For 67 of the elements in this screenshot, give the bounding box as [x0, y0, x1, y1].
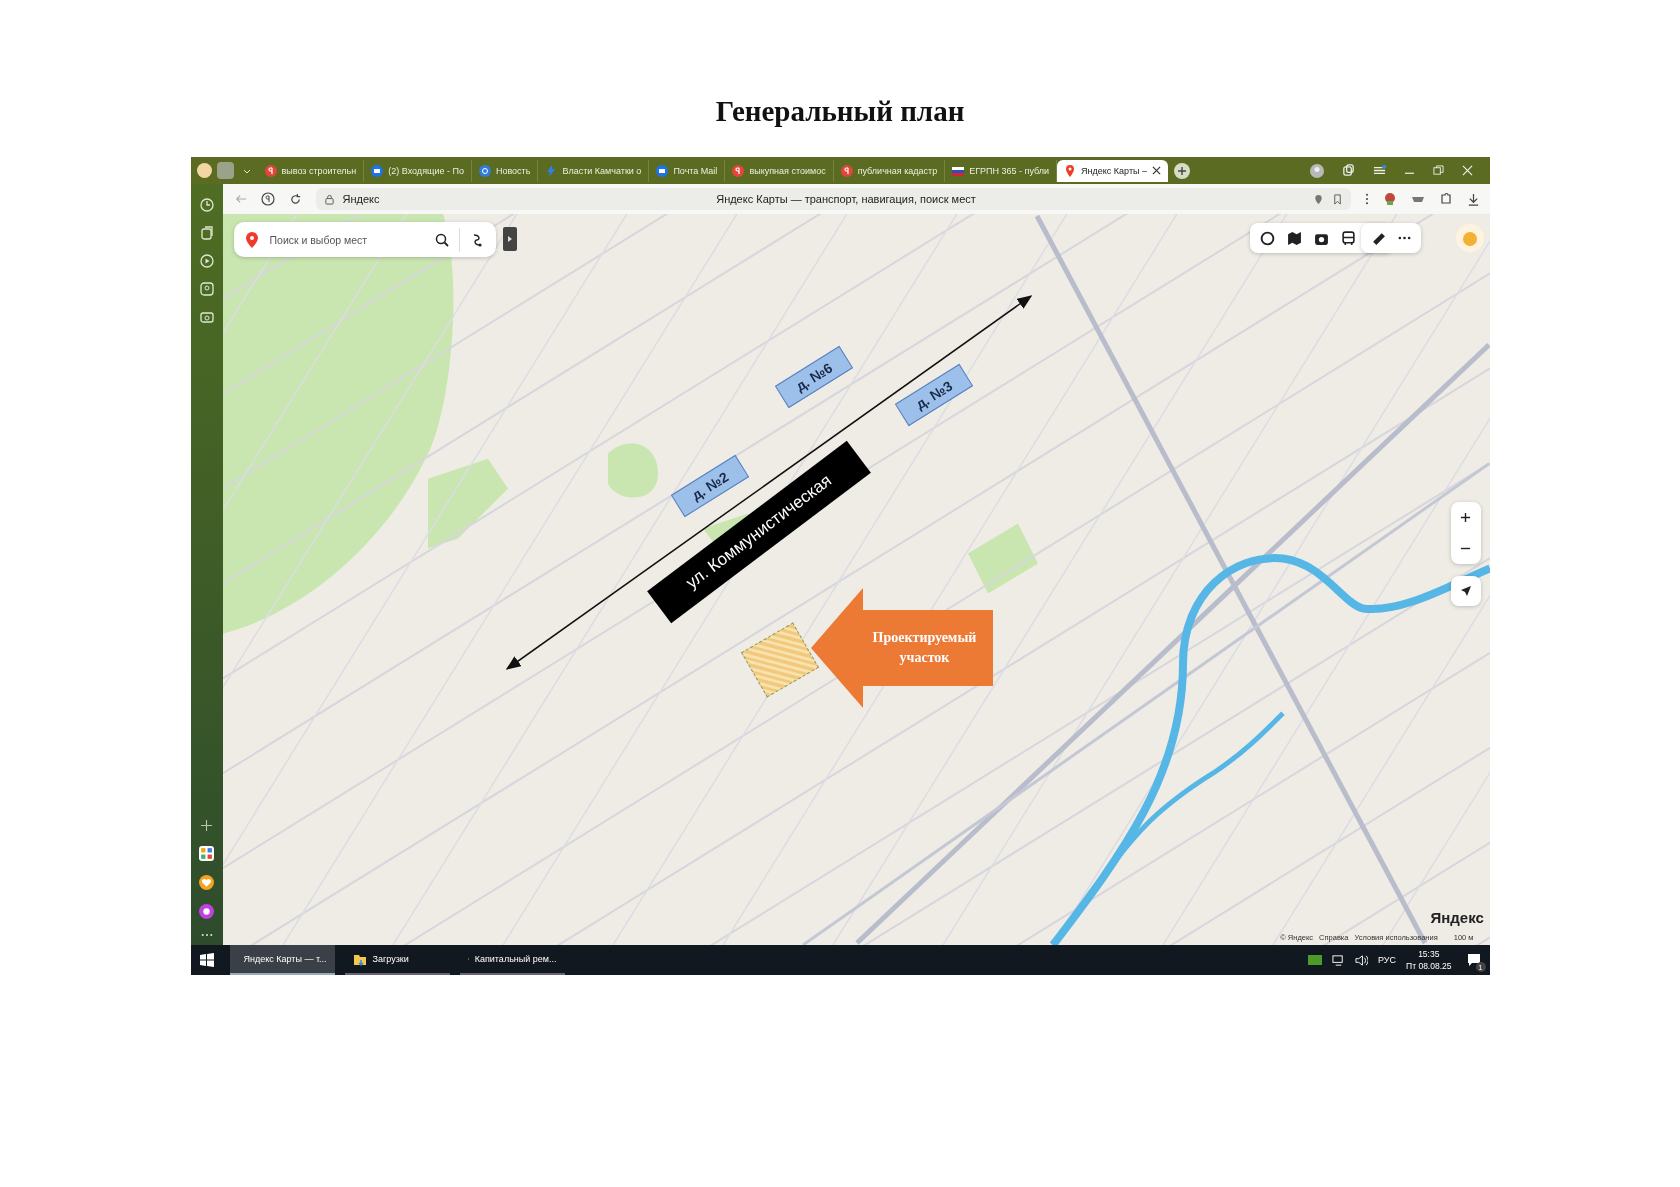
search-field[interactable]: Поиск и выбор мест [267, 232, 425, 247]
play-icon[interactable] [199, 254, 214, 268]
location-icon[interactable] [1312, 193, 1324, 205]
more-icon[interactable] [200, 933, 213, 937]
documents-icon[interactable] [199, 226, 214, 240]
map-pin-icon [245, 231, 258, 248]
address-field[interactable]: Яндекс Яндекс Карты — транспорт, навигация, поиск мест [315, 188, 1351, 210]
navigation-arrow-icon [1459, 585, 1472, 597]
map-icon[interactable] [1286, 230, 1302, 246]
more-icon[interactable] [1364, 193, 1369, 205]
windows-logo-icon[interactable] [199, 953, 214, 967]
browser-tab[interactable]: вывоз строительн [257, 159, 365, 182]
browser-tab[interactable]: публичная кадастр [833, 159, 946, 182]
clock-icon[interactable] [199, 198, 214, 212]
circle-icon[interactable] [1259, 230, 1275, 246]
clock-date: Пт 08.08.25 [1406, 960, 1452, 972]
plot-arrow: Проектируемый участок [810, 588, 993, 708]
add-icon[interactable] [200, 819, 213, 832]
search-icon[interactable] [434, 232, 449, 247]
menu-icon[interactable] [1372, 164, 1386, 177]
bus-icon[interactable] [1340, 230, 1356, 246]
favicon-icon [732, 164, 745, 177]
collections-icon[interactable] [1341, 164, 1355, 177]
flag-icon [952, 164, 965, 177]
favicon-icon [840, 164, 853, 177]
favicon-icon [264, 164, 277, 177]
bolt-icon [545, 164, 558, 177]
square-app-icon[interactable] [199, 282, 214, 296]
at-sign-icon [478, 164, 491, 177]
message-icon [1466, 953, 1481, 967]
clock-time: 15:35 [1418, 948, 1440, 960]
network-icon[interactable] [1332, 953, 1345, 967]
new-tab-icon[interactable] [1174, 162, 1190, 179]
speaker-icon[interactable] [1355, 953, 1368, 967]
browser-logo-icon[interactable] [260, 192, 275, 206]
assistant-icon[interactable] [199, 904, 214, 919]
page-title: Генеральный план [715, 94, 965, 128]
folder-icon [352, 952, 367, 966]
account-icon[interactable] [1309, 163, 1324, 178]
taskbar-app[interactable]: Загрузки [344, 945, 450, 975]
extension-icon[interactable] [1382, 192, 1397, 206]
restore-icon[interactable] [1432, 165, 1444, 176]
bookmark-icon[interactable] [1331, 193, 1343, 205]
close-icon[interactable] [1152, 166, 1161, 175]
browser-tab[interactable]: Новость [471, 159, 539, 182]
taskbar-app[interactable]: Капитальный рем... [459, 945, 565, 975]
taskbar-app[interactable]: Яндекс Карты — т... [229, 945, 335, 975]
envelope-icon [371, 164, 384, 177]
browser-tab[interactable]: Власти Камчатки о [538, 159, 650, 182]
lock-icon [323, 193, 335, 205]
locate-button[interactable] [1450, 576, 1481, 606]
apps-icon[interactable] [199, 846, 214, 861]
language-indicator[interactable]: РУС [1378, 955, 1397, 965]
browser-tab[interactable]: выкупная стоимос [725, 159, 834, 182]
ruler-icon[interactable] [1370, 230, 1386, 246]
browser-tab[interactable]: Почта Mail [649, 159, 726, 182]
zoom-in-icon[interactable] [1460, 512, 1471, 523]
puzzle-icon[interactable] [1438, 192, 1453, 206]
more-icon[interactable] [1397, 236, 1411, 240]
map-pin-icon [1064, 164, 1077, 177]
browser-tab[interactable]: Яндекс Карты – [1057, 159, 1168, 182]
reload-icon[interactable] [288, 192, 302, 206]
profile-avatar-icon[interactable] [196, 163, 212, 178]
download-icon[interactable] [1466, 192, 1480, 206]
envelope-icon [656, 164, 669, 177]
map-logo: Яндекс [1430, 909, 1484, 926]
browser-tab[interactable]: (2) Входящие - По [364, 159, 472, 182]
